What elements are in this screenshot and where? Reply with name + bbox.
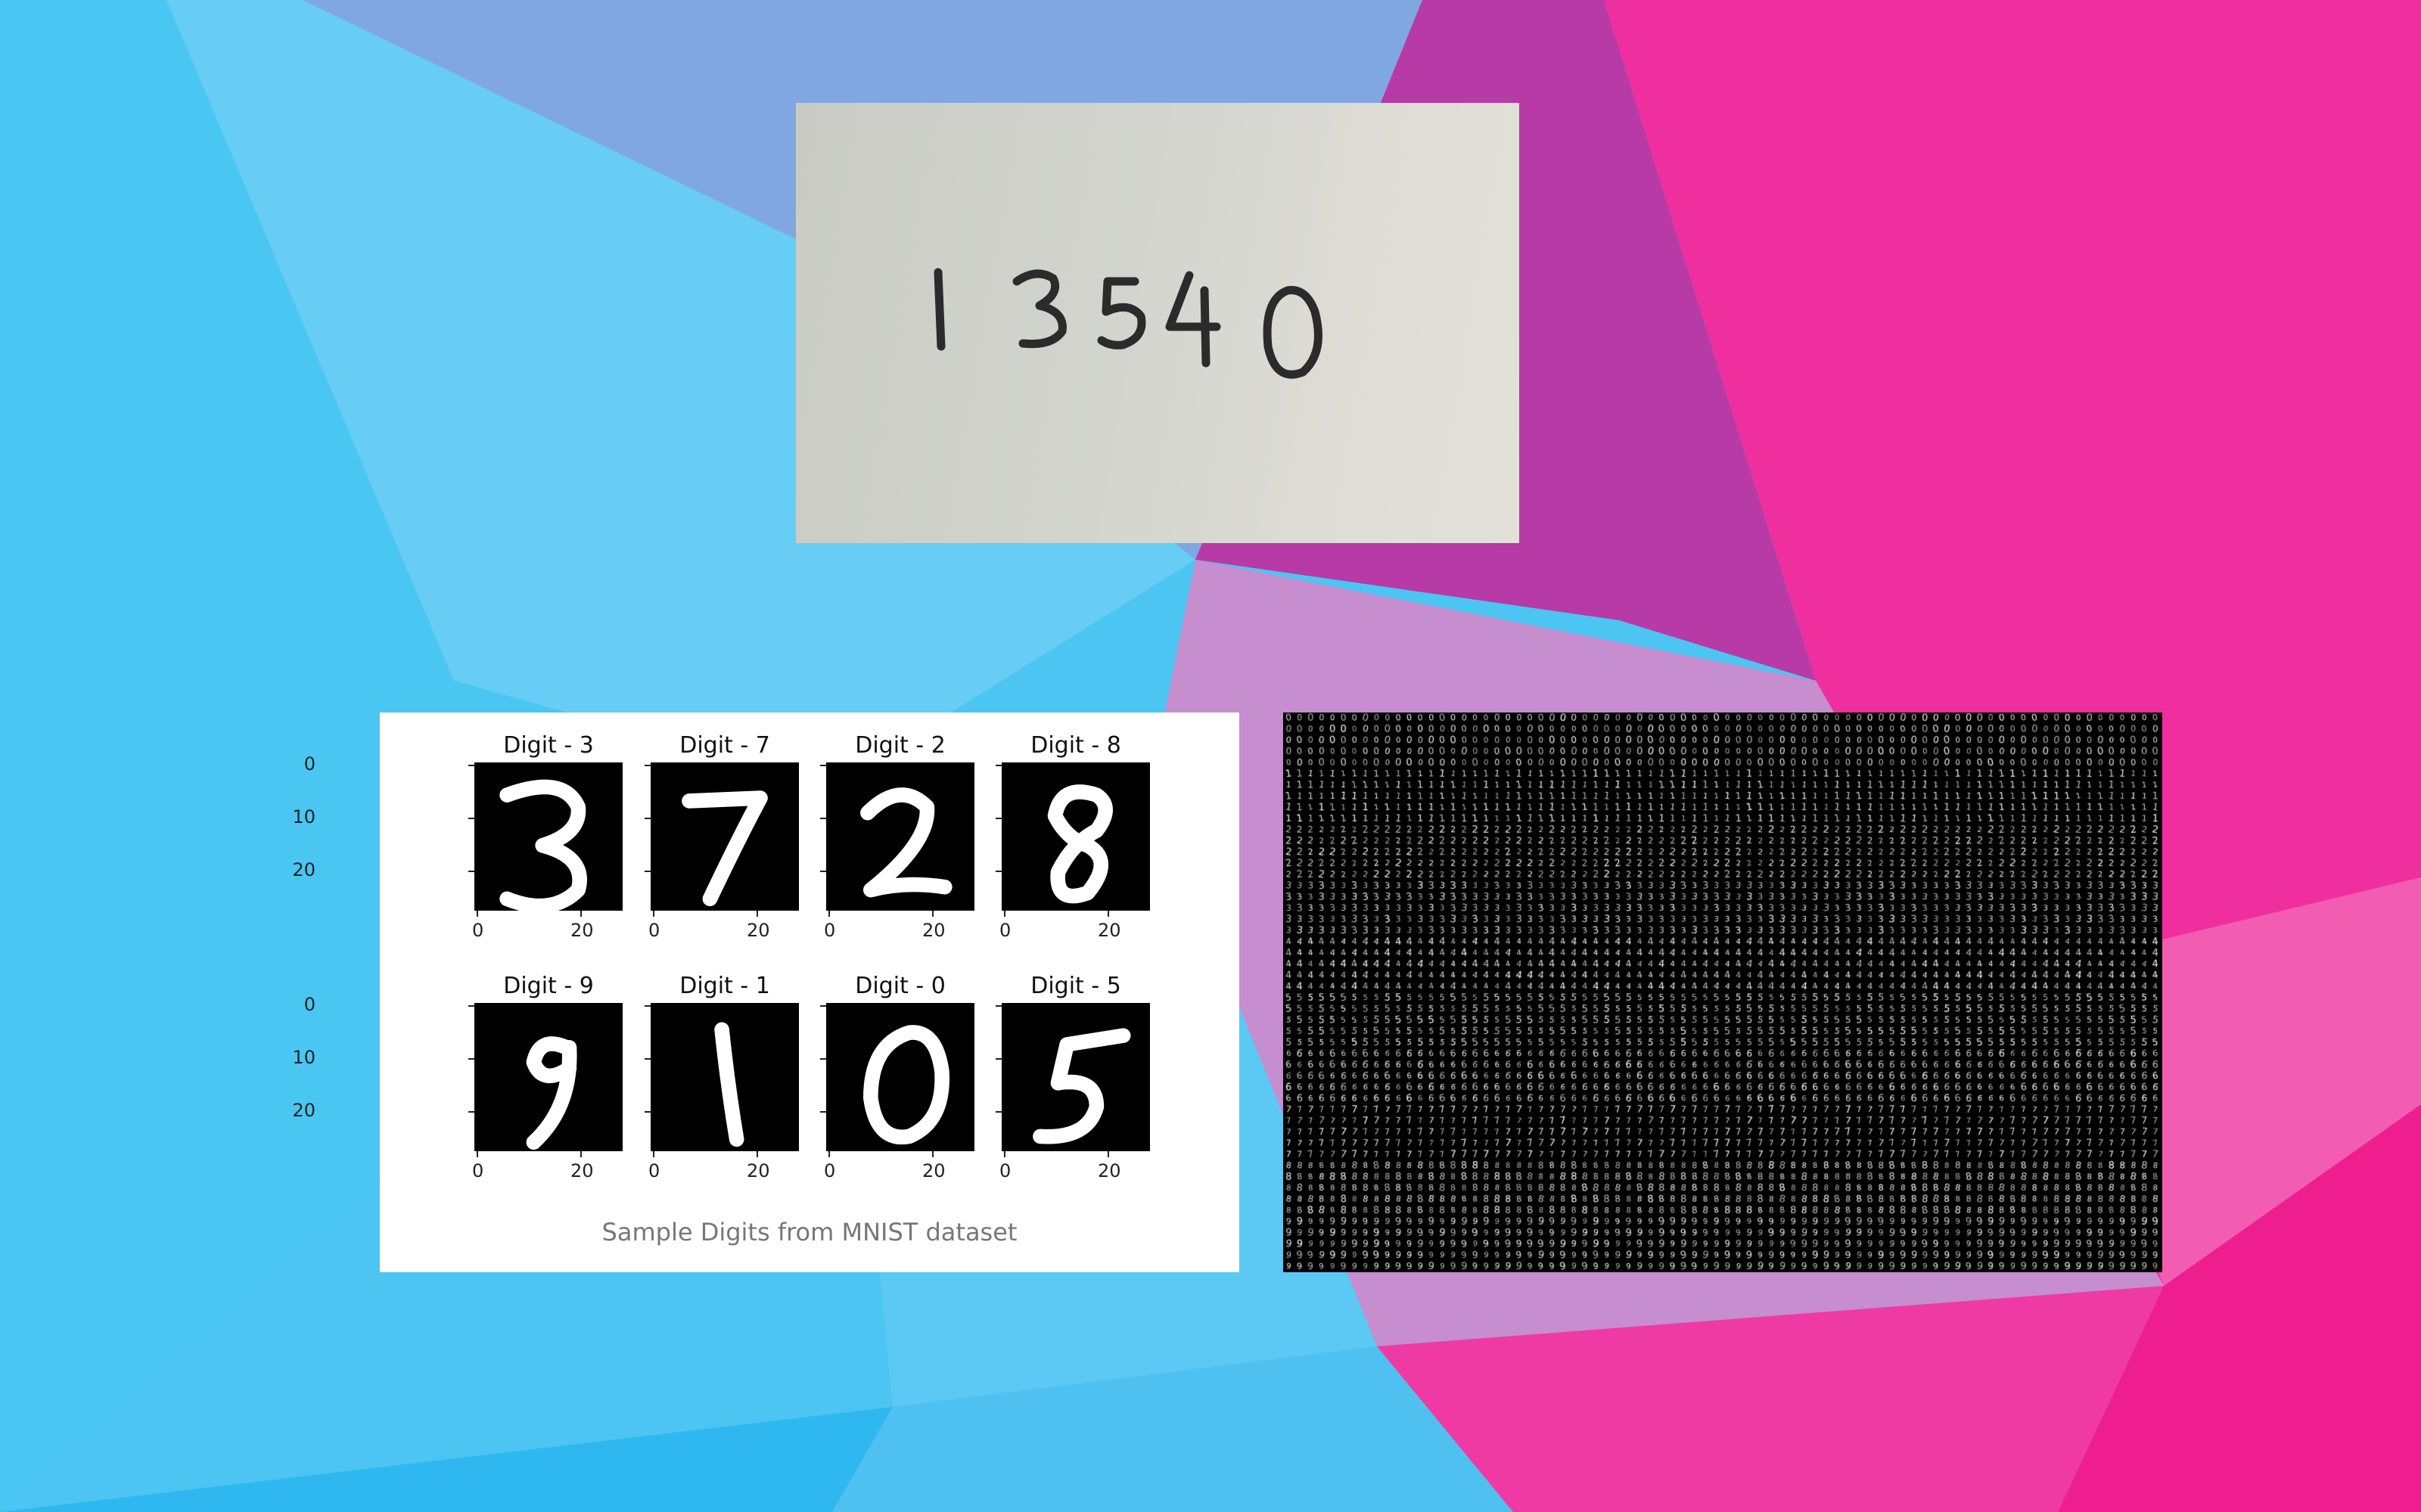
y-tick-mark xyxy=(820,765,826,766)
x-tick-label: 20 xyxy=(1098,920,1121,941)
x-tick-label: 0 xyxy=(472,920,484,941)
y-tick-mark xyxy=(468,1005,474,1007)
x-tick-mark xyxy=(757,911,758,917)
x-tick-mark xyxy=(828,911,830,917)
x-tick-mark xyxy=(477,1151,478,1157)
mnist-grid-canvas xyxy=(1283,713,2162,1272)
y-tick-mark xyxy=(645,818,651,819)
handwritten-number-photo xyxy=(796,103,1519,543)
digit-title: Digit - 0 xyxy=(855,973,946,999)
digit-title: Digit - 9 xyxy=(503,973,594,999)
y-tick-mark xyxy=(820,1058,826,1060)
y-tick-mark xyxy=(996,818,1002,819)
y-tick-mark xyxy=(645,871,651,872)
y-tick-mark xyxy=(820,871,826,872)
digit-image-1 xyxy=(651,1003,799,1151)
x-tick-label: 0 xyxy=(999,920,1012,941)
x-tick-mark xyxy=(1108,1151,1109,1157)
x-tick-mark xyxy=(1004,1151,1005,1157)
y-tick-mark xyxy=(468,871,474,872)
x-tick-label: 0 xyxy=(824,1160,836,1181)
digit-title: Digit - 8 xyxy=(1030,732,1121,759)
x-tick-mark xyxy=(828,1151,830,1157)
digit-image-5 xyxy=(1002,1003,1150,1151)
x-tick-mark xyxy=(757,1151,758,1157)
x-tick-label: 20 xyxy=(922,1160,946,1181)
x-tick-label: 0 xyxy=(999,1160,1012,1181)
x-tick-mark xyxy=(477,911,478,917)
x-tick-label: 20 xyxy=(747,920,770,941)
y-tick-label: 10 xyxy=(292,806,315,827)
x-tick-mark xyxy=(932,1151,934,1157)
y-tick-mark xyxy=(645,765,651,766)
mnist-digit-grid-image xyxy=(1283,713,2162,1272)
y-tick-label: 20 xyxy=(292,859,315,880)
digit-title: Digit - 5 xyxy=(1030,973,1121,999)
y-tick-mark xyxy=(468,1111,474,1113)
y-tick-mark xyxy=(996,1058,1002,1060)
y-tick-mark xyxy=(820,1111,826,1113)
digit-title: Digit - 7 xyxy=(679,732,770,759)
digit-image-9 xyxy=(474,1003,623,1151)
x-tick-label: 0 xyxy=(824,920,836,941)
y-tick-mark xyxy=(820,818,826,819)
x-tick-mark xyxy=(932,911,934,917)
y-tick-mark xyxy=(468,1058,474,1060)
x-tick-label: 20 xyxy=(1098,1160,1121,1181)
x-tick-mark xyxy=(580,911,582,917)
digit-image-7 xyxy=(651,762,799,911)
y-tick-mark xyxy=(996,765,1002,766)
x-tick-label: 0 xyxy=(472,1160,484,1181)
x-tick-label: 0 xyxy=(648,1160,660,1181)
digit-image-3 xyxy=(474,762,623,911)
x-tick-label: 20 xyxy=(570,1160,594,1181)
digit-image-2 xyxy=(826,762,974,911)
x-tick-mark xyxy=(580,1151,582,1157)
y-tick-mark xyxy=(645,1058,651,1060)
y-tick-mark xyxy=(996,1111,1002,1113)
digit-image-0 xyxy=(826,1003,974,1151)
x-tick-label: 0 xyxy=(648,920,660,941)
x-tick-mark xyxy=(1004,911,1005,917)
x-tick-label: 20 xyxy=(922,920,946,941)
x-tick-label: 20 xyxy=(747,1160,770,1181)
handwritten-digits-drawing xyxy=(934,268,1322,379)
digit-title: Digit - 2 xyxy=(855,732,946,759)
y-tick-mark xyxy=(996,871,1002,872)
digit-title: Digit - 3 xyxy=(503,732,594,759)
y-tick-label: 0 xyxy=(303,753,315,775)
y-tick-mark xyxy=(645,1005,651,1007)
y-tick-label: 10 xyxy=(292,1047,315,1068)
y-tick-mark xyxy=(468,765,474,766)
digit-title: Digit - 1 xyxy=(679,973,770,999)
x-tick-mark xyxy=(1108,911,1109,917)
x-tick-mark xyxy=(653,1151,654,1157)
x-tick-label: 20 xyxy=(570,920,594,941)
x-tick-mark xyxy=(653,911,654,917)
y-tick-mark xyxy=(820,1005,826,1007)
y-tick-label: 20 xyxy=(292,1100,315,1121)
y-tick-mark xyxy=(468,818,474,819)
y-tick-label: 0 xyxy=(303,994,315,1015)
digit-image-8 xyxy=(1002,762,1150,911)
y-tick-mark xyxy=(996,1005,1002,1007)
figure-caption: Sample Digits from MNIST dataset xyxy=(601,1218,1018,1247)
mnist-samples-figure: Digit - 3 0 10 20 0 20 Digit - 7 0 20 Digit - 2 0 2… xyxy=(292,713,1239,1272)
y-tick-mark xyxy=(645,1111,651,1113)
